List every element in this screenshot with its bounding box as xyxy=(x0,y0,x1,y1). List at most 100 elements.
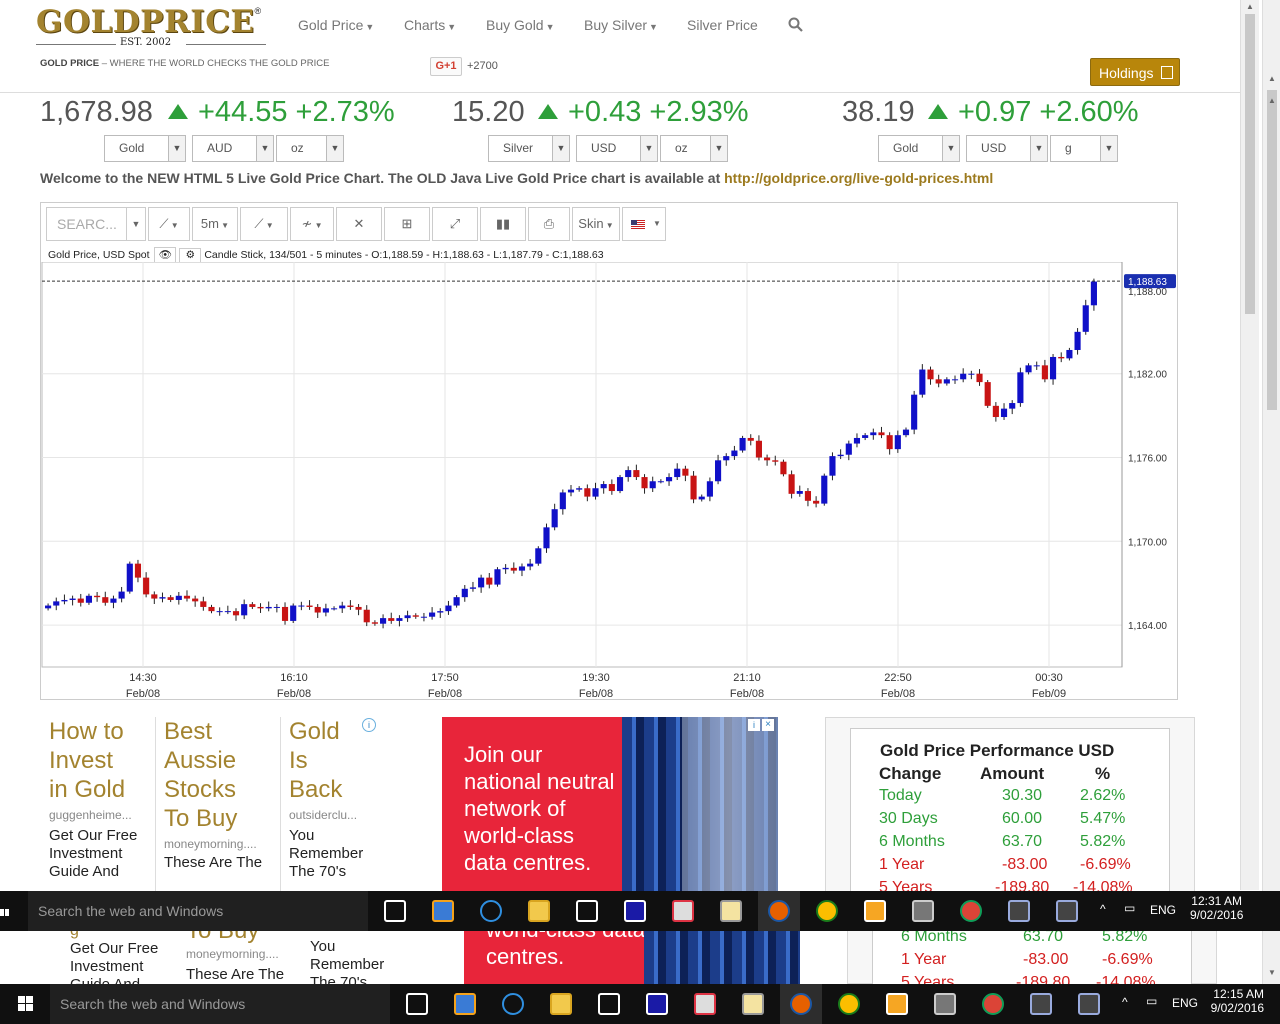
monitor-icon[interactable] xyxy=(1056,900,1078,922)
clock[interactable]: 12:31 AM 9/02/2016 xyxy=(1190,894,1243,922)
unit-select[interactable]: oz ▼ xyxy=(660,135,728,162)
currency-select[interactable]: AUD ▼ xyxy=(192,135,274,162)
store-icon[interactable] xyxy=(598,993,620,1015)
monitor-icon[interactable] xyxy=(1078,993,1100,1015)
window-scrollbar[interactable]: ▲ ▲ ▼ xyxy=(1262,0,1280,1024)
candle-body xyxy=(739,437,746,451)
ad-card-2[interactable]: Best Aussie Stocks To Buy moneymorning..… xyxy=(155,717,276,892)
metal-select[interactable]: Silver ▼ xyxy=(488,135,570,162)
interval-button[interactable]: 5m ▼ xyxy=(192,207,238,241)
metal-select[interactable]: Gold ▼ xyxy=(878,135,960,162)
chrome-icon[interactable] xyxy=(960,900,982,922)
unit-select[interactable]: g ▼ xyxy=(1050,135,1118,162)
mail-icon[interactable] xyxy=(742,993,764,1015)
taskbar-search-box[interactable]: Search the web and Windows xyxy=(28,891,368,931)
windows-start-icon[interactable] xyxy=(0,903,10,919)
row-amount: 30.30 xyxy=(1002,787,1043,804)
info-app-icon[interactable] xyxy=(646,993,668,1015)
skin-button[interactable]: Skin ▼ xyxy=(572,207,620,241)
file-explorer-icon[interactable] xyxy=(550,993,572,1015)
holdings-button[interactable]: Holdings xyxy=(1090,58,1180,86)
scroll-down-arrow-icon[interactable]: ▼ xyxy=(1268,968,1276,977)
task-view-icon[interactable] xyxy=(406,993,428,1015)
datacentre-ad[interactable]: Join our national neutral network of wor… xyxy=(442,717,778,892)
chevron-up-icon[interactable]: ^ xyxy=(1100,902,1106,916)
volume-button[interactable]: ▮▮ xyxy=(480,207,526,241)
chart-type-button[interactable]: ⟋ ▼ xyxy=(148,207,190,241)
ad-card-1[interactable]: How to Invest in Gold guggenheime... Get… xyxy=(41,717,151,892)
firefox-icon[interactable] xyxy=(768,900,790,922)
row-amount: -83.00 xyxy=(1023,951,1069,968)
ad-card-3[interactable]: Gold Is Back outsiderclu... You Remember… xyxy=(280,717,381,892)
old-chart-link[interactable]: http://goldprice.org/live-gold-prices.ht… xyxy=(724,170,993,186)
page-scroll-thumb[interactable] xyxy=(1245,14,1255,314)
paint-icon[interactable] xyxy=(672,900,694,922)
currency-select[interactable]: USD ▼ xyxy=(576,135,658,162)
edge-icon[interactable] xyxy=(480,900,502,922)
edge-icon[interactable] xyxy=(502,993,524,1015)
network-icon[interactable] xyxy=(934,993,956,1015)
clear-drawings-button[interactable]: ✕ xyxy=(336,207,382,241)
norton-icon[interactable] xyxy=(838,993,860,1015)
chevron-up-icon[interactable]: ^ xyxy=(1122,995,1128,1009)
taskbar-search-box[interactable]: Search the web and Windows xyxy=(50,984,390,1024)
media-player-icon[interactable] xyxy=(432,900,454,922)
nav-gold-price[interactable]: Gold Price ▼ xyxy=(298,17,374,33)
media-player-icon[interactable] xyxy=(454,993,476,1015)
puzzle-icon[interactable] xyxy=(886,993,908,1015)
x-tick-date: Feb/08 xyxy=(579,688,613,700)
scroll-up-arrow-icon[interactable]: ▲ xyxy=(1268,96,1276,105)
info-app-icon[interactable] xyxy=(624,900,646,922)
goldprice-logo[interactable]: GOLDPRICE® EST. 2002 xyxy=(36,6,276,50)
language-indicator[interactable]: ENG xyxy=(1172,996,1198,1010)
caret-down-icon[interactable]: ▼ xyxy=(126,208,145,240)
currency-select[interactable]: USD ▼ xyxy=(966,135,1048,162)
network-icon[interactable] xyxy=(912,900,934,922)
file-explorer-icon[interactable] xyxy=(528,900,550,922)
task-view-icon[interactable] xyxy=(384,900,406,922)
ad-heading: Best Aussie Stocks To Buy xyxy=(164,717,276,833)
ad-close-icon[interactable]: × xyxy=(762,719,774,731)
monitor-icon[interactable] xyxy=(1030,993,1052,1015)
clock[interactable]: 12:15 AM 9/02/2016 xyxy=(1210,987,1264,1015)
candlestick-chart[interactable]: 1,182.00 1,176.00 1,170.00 1,164.00 14:30 Feb… xyxy=(40,262,1178,700)
paint-icon[interactable] xyxy=(694,993,716,1015)
fullscreen-button[interactable]: ⤢ xyxy=(432,207,478,241)
chrome-icon[interactable] xyxy=(982,993,1004,1015)
language-button[interactable]: ▼ xyxy=(622,207,666,241)
notifications-icon[interactable]: ▭ xyxy=(1124,901,1135,915)
notifications-icon[interactable]: ▭ xyxy=(1146,994,1157,1008)
windows-start-icon[interactable] xyxy=(18,996,34,1012)
ad-info-icon[interactable]: i xyxy=(748,719,760,731)
symbol-search-input[interactable]: SEARC... ▼ xyxy=(46,207,146,241)
ad-heading-line: Stocks xyxy=(164,776,237,803)
scroll-up-arrow-icon[interactable]: ▲ xyxy=(1268,74,1276,83)
candle-body xyxy=(404,615,411,619)
window-scroll-thumb[interactable] xyxy=(1267,90,1277,410)
norton-icon[interactable] xyxy=(816,900,838,922)
studies-button[interactable]: ≁ ▼ xyxy=(290,207,334,241)
print-button[interactable]: ⎙ xyxy=(528,207,570,241)
scroll-up-arrow-icon[interactable]: ▲ xyxy=(1246,2,1254,11)
nav-charts[interactable]: Charts ▼ xyxy=(404,17,456,33)
candle-body xyxy=(363,609,370,623)
store-icon[interactable] xyxy=(576,900,598,922)
puzzle-icon[interactable] xyxy=(864,900,886,922)
google-plus-button[interactable]: G+1 xyxy=(430,57,462,76)
candle-body xyxy=(649,481,656,489)
nav-buy-silver[interactable]: Buy Silver ▼ xyxy=(584,17,658,33)
language-indicator[interactable]: ENG xyxy=(1150,903,1176,917)
nav-silver-price[interactable]: Silver Price xyxy=(687,17,758,33)
mail-icon[interactable] xyxy=(720,900,742,922)
eye-icon[interactable]: 👁 xyxy=(154,247,177,263)
page-scrollbar[interactable]: ▲ xyxy=(1240,0,1259,890)
firefox-icon[interactable] xyxy=(790,993,812,1015)
drawing-tools-button[interactable]: ⟋ ▼ xyxy=(240,207,288,241)
nav-buy-gold[interactable]: Buy Gold ▼ xyxy=(486,17,555,33)
crosshair-button[interactable]: ⊞ xyxy=(384,207,430,241)
metal-select[interactable]: Gold ▼ xyxy=(104,135,186,162)
taskbar-lower: Search the web and Windows ^ ▭ ENG 12:15… xyxy=(0,984,1280,1024)
unit-select[interactable]: oz ▼ xyxy=(276,135,344,162)
search-icon[interactable] xyxy=(788,17,803,37)
monitor-icon[interactable] xyxy=(1008,900,1030,922)
